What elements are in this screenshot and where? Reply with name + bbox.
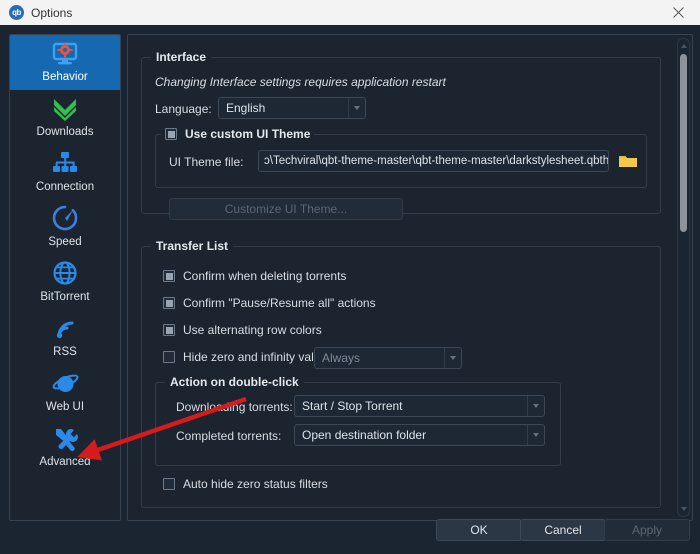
settings-sidebar[interactable]: Behavior Downloads Connection Speed BitT… <box>9 34 121 521</box>
downloading-torrents-select-value: Start / Stop Torrent <box>302 399 403 413</box>
checkbox-box <box>163 324 175 336</box>
network-nodes-icon <box>45 147 85 179</box>
language-label: Language: <box>155 102 212 116</box>
app-logo-icon: qb <box>9 5 24 20</box>
double-chevron-down-icon <box>45 92 85 124</box>
dialog-button-bar: OK Cancel Apply <box>0 519 700 554</box>
window-title: Options <box>31 5 73 20</box>
completed-torrents-select-value: Open destination folder <box>302 428 427 442</box>
alternating-row-colors-checkbox[interactable]: Use alternating row colors <box>163 323 322 337</box>
language-select-value: English <box>226 101 266 115</box>
sidebar-item-behavior[interactable]: Behavior <box>10 35 120 90</box>
sidebar-item-connection[interactable]: Connection <box>10 145 120 200</box>
interface-group: Interface Changing Interface settings re… <box>141 50 661 220</box>
sidebar-item-label: Downloads <box>36 126 94 138</box>
close-icon[interactable] <box>656 0 700 25</box>
theme-file-label: UI Theme file: <box>169 155 244 169</box>
tools-icon <box>45 422 85 454</box>
sidebar-item-speed[interactable]: Speed <box>10 200 120 255</box>
restart-note: Changing Interface settings requires app… <box>155 75 446 89</box>
action-double-click-group: Action on double-click Downloading torre… <box>155 375 561 466</box>
completed-torrents-select[interactable]: Open destination folder <box>294 424 545 446</box>
scroll-up-icon[interactable] <box>678 40 689 52</box>
custom-ui-theme-group: Use custom UI Theme UI Theme file: ɔ\Tec… <box>155 127 647 188</box>
action-double-click-title: Action on double-click <box>165 375 304 389</box>
ok-button[interactable]: OK <box>436 519 522 541</box>
speedometer-icon <box>45 202 85 234</box>
use-custom-ui-theme-label: Use custom UI Theme <box>185 127 311 141</box>
sidebar-item-label: BitTorrent <box>40 291 90 303</box>
settings-scroll-area: Interface Changing Interface settings re… <box>128 35 673 520</box>
checkbox-box <box>163 351 175 363</box>
confirm-pause-resume-label: Confirm "Pause/Resume all" actions <box>183 296 376 310</box>
sidebar-item-rss[interactable]: RSS <box>10 310 120 365</box>
customize-ui-theme-button[interactable]: Customize UI Theme... <box>169 198 403 220</box>
chevron-down-icon <box>527 396 544 416</box>
completed-torrents-label: Completed torrents: <box>176 429 282 443</box>
use-custom-ui-theme-checkbox[interactable]: Use custom UI Theme <box>161 127 315 141</box>
chevron-down-icon <box>527 425 544 445</box>
sidebar-item-bittorrent[interactable]: BitTorrent <box>10 255 120 310</box>
chevron-down-icon <box>348 98 365 118</box>
hide-zero-values-label: Hide zero and infinity values <box>183 350 334 364</box>
planet-icon <box>45 367 85 399</box>
transfer-list-group: Transfer List Confirm when deleting torr… <box>141 239 661 508</box>
chevron-down-icon <box>444 348 461 368</box>
monitor-gear-icon <box>45 37 85 69</box>
interface-group-title: Interface <box>151 50 212 64</box>
scrollbar-thumb[interactable] <box>680 54 687 232</box>
hide-zero-values-select[interactable]: Always <box>314 347 462 369</box>
sidebar-item-label: RSS <box>53 346 77 358</box>
confirm-pause-resume-checkbox[interactable]: Confirm "Pause/Resume all" actions <box>163 296 376 310</box>
language-select[interactable]: English <box>218 97 366 119</box>
apply-button[interactable]: Apply <box>604 519 690 541</box>
checkbox-box <box>165 128 177 140</box>
options-dialog: Behavior Downloads Connection Speed BitT… <box>0 25 700 554</box>
downloading-torrents-select[interactable]: Start / Stop Torrent <box>294 395 545 417</box>
title-bar: qb Options <box>0 0 700 26</box>
settings-main-pane: Interface Changing Interface settings re… <box>127 34 693 521</box>
globe-icon <box>45 257 85 289</box>
sidebar-item-downloads[interactable]: Downloads <box>10 90 120 145</box>
sidebar-item-advanced[interactable]: Advanced <box>10 420 120 475</box>
cancel-button[interactable]: Cancel <box>520 519 606 541</box>
sidebar-item-label: Web UI <box>45 401 85 413</box>
downloading-torrents-label: Downloading torrents: <box>176 400 293 414</box>
hide-zero-values-checkbox[interactable]: Hide zero and infinity values <box>163 350 333 364</box>
folder-icon[interactable] <box>616 150 640 172</box>
confirm-delete-checkbox[interactable]: Confirm when deleting torrents <box>163 269 346 283</box>
confirm-delete-label: Confirm when deleting torrents <box>183 269 347 283</box>
vertical-scrollbar[interactable] <box>677 38 690 517</box>
sidebar-item-web-ui[interactable]: Web UI <box>10 365 120 420</box>
auto-hide-zero-status-filters-label: Auto hide zero status filters <box>183 477 328 491</box>
sidebar-item-label: Behavior <box>42 71 88 83</box>
scroll-down-icon[interactable] <box>678 503 689 515</box>
alternating-row-colors-label: Use alternating row colors <box>183 323 322 337</box>
auto-hide-zero-status-filters-checkbox[interactable]: Auto hide zero status filters <box>163 477 328 491</box>
sidebar-item-label: Speed <box>48 236 82 248</box>
rss-icon <box>45 312 85 344</box>
theme-file-input[interactable]: ɔ\Techviral\qbt-theme-master\qbt-theme-m… <box>258 150 609 172</box>
checkbox-box <box>163 270 175 282</box>
checkbox-box <box>163 297 175 309</box>
sidebar-item-label: Advanced <box>39 456 91 468</box>
hide-zero-values-select-value: Always <box>322 351 361 365</box>
checkbox-box <box>163 478 175 490</box>
sidebar-item-label: Connection <box>35 181 95 193</box>
transfer-list-group-title: Transfer List <box>151 239 234 253</box>
